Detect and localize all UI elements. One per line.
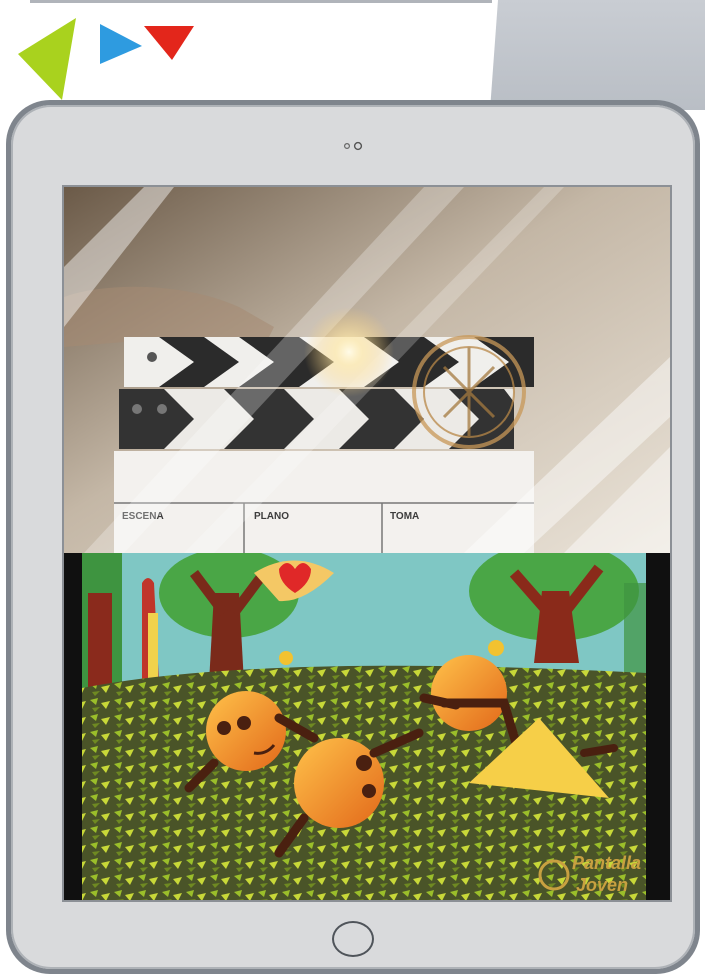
plasticine-video-frame: Pantalla Joven bbox=[64, 553, 670, 900]
watermark-line1: Pantalla bbox=[572, 853, 641, 873]
triangles-logo-icon bbox=[18, 18, 194, 100]
watermark-line2: Joven bbox=[576, 875, 628, 895]
home-button-icon[interactable] bbox=[332, 921, 374, 957]
tablet-bezel: ESCENA PLANO TOMA bbox=[11, 105, 695, 969]
slate-label-plano: PLANO bbox=[254, 511, 289, 522]
camera-icon bbox=[343, 141, 363, 151]
clapperboard-video-frame: ESCENA PLANO TOMA bbox=[64, 187, 670, 553]
top-divider bbox=[30, 0, 492, 3]
slate-label-toma: TOMA bbox=[390, 511, 419, 522]
top-grey-band bbox=[490, 0, 705, 110]
lens-flare bbox=[304, 307, 394, 397]
tablet-device: ESCENA PLANO TOMA bbox=[6, 100, 700, 974]
tablet-screen: ESCENA PLANO TOMA bbox=[62, 185, 672, 902]
